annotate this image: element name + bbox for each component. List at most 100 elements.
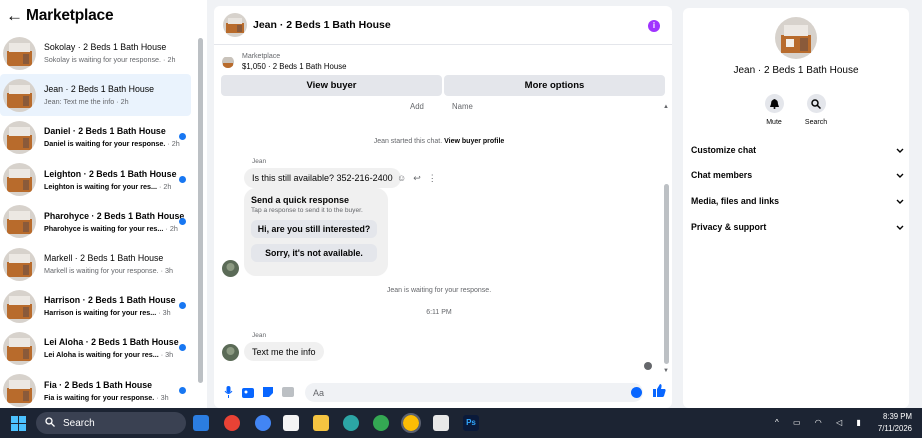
chevron-down-icon	[895, 196, 905, 206]
paint-icon[interactable]	[433, 415, 449, 431]
list-scrollbar[interactable]	[198, 38, 203, 383]
conversation-item[interactable]: Fia · 2 Beds 1 Bath House Fia is waiting …	[0, 370, 191, 412]
message-input[interactable]: Aa	[305, 383, 643, 402]
mute-button[interactable]: Mute	[754, 94, 794, 126]
conversation-item[interactable]: Markell · 2 Beds 1 Bath House Markell is …	[0, 243, 191, 285]
edge-icon[interactable]	[343, 415, 359, 431]
incoming-message[interactable]: Text me the info	[244, 342, 324, 361]
conversation-name: Harrison · 2 Beds 1 Bath House	[44, 295, 176, 306]
file-explorer-icon[interactable]	[313, 415, 329, 431]
system-tray-icons[interactable]: ^ ▭ ◠ ◁ ▮	[775, 418, 867, 427]
vscode-icon[interactable]	[193, 415, 209, 431]
message-composer: Aa	[214, 380, 672, 404]
chevron-down-icon	[895, 145, 905, 155]
sender-avatar[interactable]	[222, 260, 239, 277]
chrome-profile-icon[interactable]	[255, 415, 271, 431]
search-icon	[806, 94, 826, 113]
view-buyer-button[interactable]: View buyer	[221, 75, 442, 96]
windows-start-icon[interactable]	[11, 416, 26, 436]
taskbar-search[interactable]: Search	[36, 412, 186, 434]
search-label: Search	[804, 119, 828, 126]
conversation-preview: Markell is waiting for your response. · …	[44, 266, 174, 275]
unread-dot-icon	[179, 175, 186, 183]
microphone-icon[interactable]	[222, 386, 234, 398]
quick-response-option[interactable]: Sorry, it's not available.	[251, 244, 377, 262]
conversation-item[interactable]: Leighton · 2 Beds 1 Bath House Leighton i…	[0, 159, 191, 201]
scroll-up-arrow-icon[interactable]: ▲	[663, 104, 669, 110]
reply-icon[interactable]: ↩	[413, 173, 421, 184]
conversation-preview: Jean: Text me the info · 2h	[44, 97, 129, 107]
unread-dot-icon	[179, 217, 186, 225]
chrome-active-icon[interactable]	[401, 413, 421, 433]
listing-summary: Marketplace $1,050 · 2 Beds 1 Bath House	[214, 45, 672, 74]
conversation-name: Daniel · 2 Beds 1 Bath House	[44, 126, 166, 137]
clock[interactable]: 8:39 PM 7/11/2026	[878, 411, 912, 435]
sender-avatar[interactable]	[222, 344, 239, 361]
conversation-name: Sokolay · 2 Beds 1 Bath House	[44, 42, 167, 52]
marketplace-label: Marketplace	[242, 53, 281, 60]
chat-started-text: Jean started this chat.	[373, 138, 445, 145]
taskbar: Search Ps ^ ▭ ◠ ◁ ▮ 8:39 PM 7/11/2026	[0, 408, 922, 438]
page-title: Marketplace	[26, 7, 114, 24]
conversation-name: Jean · 2 Beds 1 Bath House	[44, 84, 155, 95]
thumbs-up-icon[interactable]	[653, 384, 666, 402]
quick-response-title: Send a quick response	[251, 195, 350, 205]
conversation-preview: Lei Aloha is waiting for your res... · 3…	[44, 350, 174, 360]
more-options-button[interactable]: More options	[444, 75, 665, 96]
listing-thumbnail	[3, 120, 36, 154]
conversation-name: Pharohyce · 2 Beds 1 Bath House	[44, 210, 185, 221]
conversation-item[interactable]: Sokolay · 2 Beds 1 Bath House Sokolay is …	[0, 32, 191, 74]
taskbar-search-label: Search	[63, 417, 95, 429]
conversation-item[interactable]: Jean · 2 Beds 1 Bath House Jean: Text me …	[0, 74, 191, 117]
sticker-icon[interactable]	[262, 386, 274, 398]
date: 7/11/2026	[877, 424, 912, 433]
chat-title[interactable]: Jean · 2 Beds 1 Bath House	[253, 19, 391, 31]
listing-photo[interactable]	[775, 17, 817, 59]
chevron-down-icon	[895, 222, 905, 232]
chat-scrollbar[interactable]	[664, 184, 669, 364]
quick-response-option[interactable]: Hi, are you still interested?	[251, 220, 377, 238]
react-icon[interactable]: ☺	[397, 173, 406, 184]
incoming-message[interactable]: Is this still available? 352-216-2400	[244, 168, 401, 188]
conversation-item[interactable]: Lei Aloha · 2 Beds 1 Bath House Lei Aloha…	[0, 327, 191, 369]
info-icon[interactable]: i	[648, 20, 660, 32]
time: 8:39 PM	[882, 412, 912, 421]
listing-price-title: $1,050 · 2 Beds 1 Bath House	[242, 62, 347, 71]
waiting-notice: Jean is waiting for your response.	[386, 287, 492, 294]
customize-chat-section[interactable]: Customize chat	[691, 143, 905, 157]
chat-header: Jean · 2 Beds 1 Bath House	[214, 6, 672, 45]
listing-thumbnail	[3, 247, 36, 281]
search-button[interactable]: Search	[796, 94, 836, 126]
chat-details-panel: Jean · 2 Beds 1 Bath House Mute Search C…	[683, 8, 909, 408]
mute-label: Mute	[766, 119, 782, 126]
conversation-name: Leighton · 2 Beds 1 Bath House	[44, 168, 177, 179]
privacy-support-section[interactable]: Privacy & support	[691, 220, 905, 234]
photo-icon[interactable]	[242, 386, 254, 398]
sender-name: Jean	[252, 158, 267, 165]
section-label: Media, files and links	[691, 196, 779, 206]
message-timestamp: 6:11 PM	[426, 309, 452, 316]
listing-thumbnail	[3, 36, 36, 70]
back-arrow-icon[interactable]: ←	[6, 6, 26, 26]
media-files-section[interactable]: Media, files and links	[691, 194, 905, 208]
conversation-list-panel: ← Marketplace Sokolay · 2 Beds 1 Bath Ho…	[0, 0, 207, 408]
view-buyer-profile-link[interactable]: View buyer profile	[444, 138, 504, 145]
emoji-icon[interactable]	[631, 387, 642, 398]
more-icon[interactable]: ⋮	[428, 173, 437, 184]
chat-members-section[interactable]: Chat members	[691, 168, 905, 182]
conversation-item[interactable]: Pharohyce · 2 Beds 1 Bath House Pharohyce…	[0, 201, 191, 243]
chrome-icon[interactable]	[224, 415, 240, 431]
gif-icon[interactable]	[282, 386, 294, 398]
conversation-name: Markell · 2 Beds 1 Bath House	[44, 253, 164, 263]
scroll-down-arrow-icon[interactable]: ▼	[663, 368, 669, 374]
store-icon[interactable]	[283, 415, 299, 431]
chat-avatar[interactable]	[223, 13, 247, 37]
listing-thumbnail	[3, 205, 36, 239]
chrome-m-icon[interactable]	[373, 415, 389, 431]
conversation-item[interactable]: Harrison · 2 Beds 1 Bath House Harrison i…	[0, 285, 191, 327]
conversation-item[interactable]: Daniel · 2 Beds 1 Bath House Daniel is wa…	[0, 116, 191, 158]
photoshop-icon[interactable]: Ps	[463, 415, 479, 431]
conversation-name: Lei Aloha · 2 Beds 1 Bath House	[44, 337, 179, 348]
section-label: Privacy & support	[691, 222, 767, 232]
table-header: Add Name	[410, 102, 499, 111]
